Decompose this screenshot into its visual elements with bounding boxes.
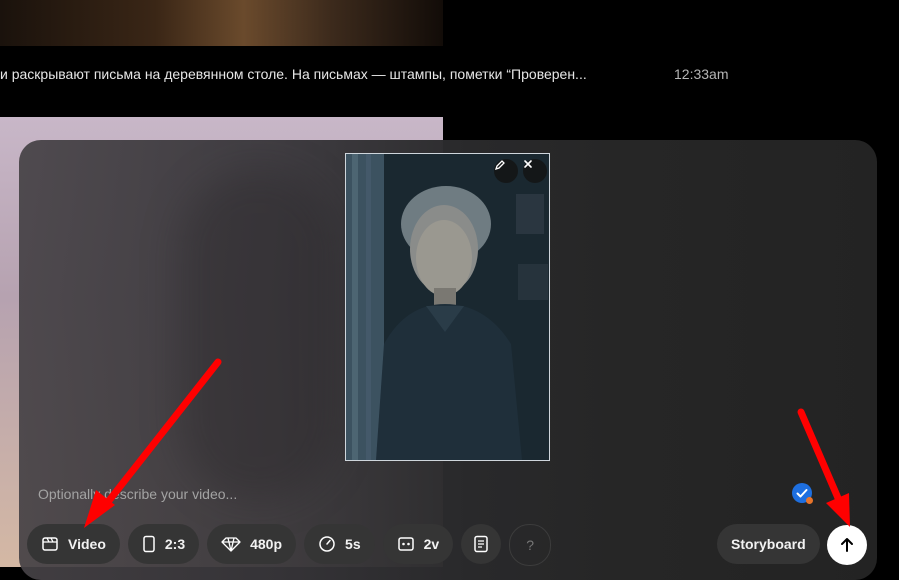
submit-button[interactable] [827,525,867,565]
help-button[interactable]: ? [509,524,552,566]
aspect-ratio-label: 2:3 [164,536,186,552]
diamond-icon [221,537,241,552]
generation-options-toolbar: Video 2:3 480p 5s 2v ? [27,524,552,566]
storyboard-label: Storyboard [731,536,806,552]
remove-image-button[interactable] [523,159,547,183]
message-timestamp: 12:33am [674,66,729,82]
quality-button[interactable]: 480p [207,524,297,564]
top-image-preview [0,0,443,46]
blurred-background [179,170,339,500]
variants-icon [397,537,414,551]
arrow-up-icon [841,538,853,552]
storyboard-button[interactable]: Storyboard [717,524,820,564]
aspect-ratio-button[interactable]: 2:3 [127,524,200,564]
document-icon [474,535,488,553]
pencil-icon [494,160,505,171]
mode-button[interactable]: Video [27,524,120,564]
presets-button[interactable] [461,524,502,564]
film-icon [42,537,58,551]
help-label: ? [526,537,535,553]
quality-label: 480p [250,536,283,552]
variants-label: 2v [423,536,440,552]
close-icon [524,160,532,168]
prompt-input[interactable] [36,482,780,506]
variants-button[interactable]: 2v [382,524,454,564]
chat-message-row: и раскрывают письма на деревянном столе.… [0,62,760,86]
mode-label: Video [68,536,106,552]
composer-panel: Video 2:3 480p 5s [19,140,877,580]
message-text: и раскрывают письма на деревянном столе.… [0,66,587,82]
portrait-image [346,154,549,460]
verified-badge-icon [792,483,813,504]
timer-icon [319,536,335,552]
portrait-ratio-icon [143,535,155,553]
duration-label: 5s [345,536,361,552]
uploaded-image-thumbnail[interactable] [345,153,550,461]
edit-image-button[interactable] [494,159,518,183]
duration-button[interactable]: 5s [304,524,375,564]
